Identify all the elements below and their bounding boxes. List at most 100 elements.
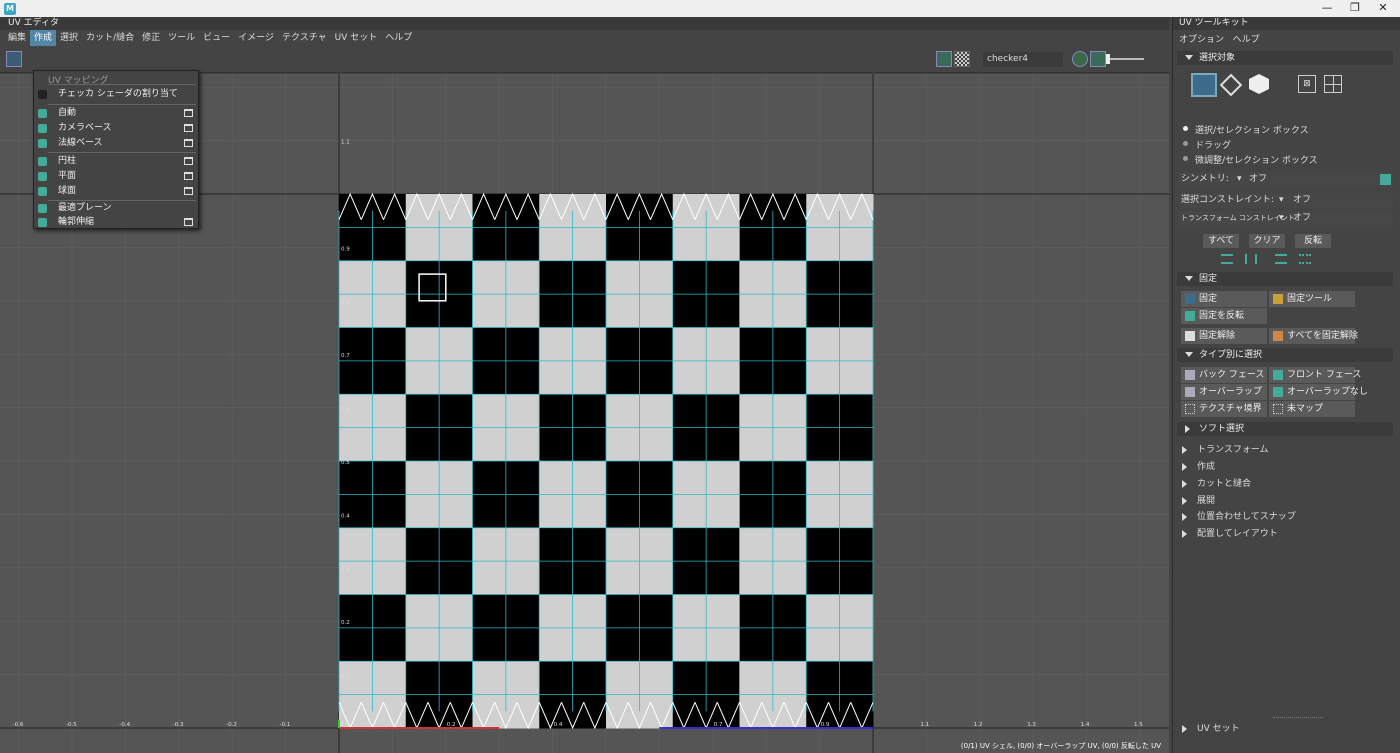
- section-transform[interactable]: トランスフォーム: [1179, 443, 1269, 457]
- edge-mode-icon[interactable]: [1219, 73, 1243, 97]
- no-overlap-button[interactable]: オーバーラップなし: [1269, 384, 1368, 400]
- section-uv-sets[interactable]: UV セット: [1179, 722, 1240, 736]
- back-face-button[interactable]: バック フェース: [1181, 367, 1267, 383]
- gamma-icon[interactable]: [1090, 51, 1106, 67]
- option-box-icon[interactable]: [184, 139, 193, 147]
- symmetry-row[interactable]: シンメトリ: ▾ オフ: [1179, 172, 1393, 187]
- image-display-icon[interactable]: [936, 51, 952, 67]
- option-box-icon[interactable]: [184, 157, 193, 165]
- menu-tools[interactable]: ツール: [164, 30, 199, 46]
- section-title: 作成: [1197, 462, 1216, 472]
- v-tick-label: 1.1: [341, 140, 350, 146]
- menu-item-automatic[interactable]: 自動: [34, 106, 198, 121]
- button-label: バック フェース: [1199, 370, 1265, 380]
- symmetry-label: シンメトリ:: [1181, 174, 1229, 184]
- radio-select-box[interactable]: 選択/セレクション ボックス: [1183, 123, 1309, 136]
- texture-border-button[interactable]: テクスチャ境界: [1181, 401, 1267, 417]
- section-title: 選択対象: [1199, 53, 1236, 63]
- texture-dropdown[interactable]: checker4: [983, 52, 1063, 67]
- menu-item-camera-based[interactable]: カメラベース: [34, 121, 198, 136]
- invert-button[interactable]: 反転: [1295, 234, 1331, 248]
- option-box-icon[interactable]: [184, 218, 193, 226]
- pin-button[interactable]: 固定: [1181, 291, 1267, 307]
- select-constraint-row[interactable]: 選択コンストレイント: ▾ オフ: [1179, 193, 1393, 208]
- menu-help[interactable]: ヘルプ: [1233, 35, 1260, 45]
- uv-status-text: (0/1) UV シェル, (0/0) オーバーラップ UV, (0/0) 反転…: [960, 742, 1161, 750]
- option-box-icon[interactable]: [184, 172, 193, 180]
- menu-uv-sets[interactable]: UV セット: [331, 30, 382, 46]
- menu-options[interactable]: オプション: [1179, 35, 1224, 45]
- option-box-icon[interactable]: [184, 124, 193, 132]
- menu-edit[interactable]: 編集: [4, 30, 30, 46]
- exposure-slider[interactable]: [1108, 58, 1144, 60]
- select-all-button[interactable]: すべて: [1203, 234, 1239, 248]
- pin-tool-button[interactable]: 固定ツール: [1269, 291, 1355, 307]
- menu-item-cylindrical[interactable]: 円柱: [34, 154, 198, 169]
- transform-constraint-row[interactable]: トランスフォーム コンストレイント: ▾ オフ: [1179, 211, 1393, 226]
- button-label: オーバーラップ: [1199, 387, 1262, 397]
- menu-image[interactable]: イメージ: [234, 30, 278, 46]
- option-box-icon[interactable]: [184, 187, 193, 195]
- menu-select[interactable]: 選択: [56, 30, 82, 46]
- menu-item-contour-stretch[interactable]: 輪郭伸縮: [34, 215, 198, 230]
- uv-shell-icon[interactable]: [6, 51, 22, 67]
- v-tick-label: 0.2: [341, 620, 350, 626]
- window-titlebar: M — ❐ ✕: [0, 0, 1400, 17]
- menu-textures[interactable]: テクスチャ: [278, 30, 331, 46]
- section-pin[interactable]: 固定: [1177, 272, 1393, 286]
- menu-item-normal-based[interactable]: 法線ベース: [34, 136, 198, 151]
- select-shortest-icon[interactable]: [1299, 254, 1311, 264]
- maximize-icon[interactable]: ❐: [1340, 0, 1370, 17]
- unmapped-button[interactable]: 未マップ: [1269, 401, 1355, 417]
- option-box-icon[interactable]: [184, 109, 193, 117]
- menu-modify[interactable]: 修正: [138, 30, 164, 46]
- unpin-all-button[interactable]: すべてを固定解除: [1269, 328, 1358, 344]
- button-label: すべてを固定解除: [1287, 331, 1358, 341]
- close-icon[interactable]: ✕: [1368, 0, 1398, 17]
- shell-mode-icon[interactable]: [1324, 75, 1342, 93]
- button-label: 固定解除: [1199, 331, 1236, 341]
- menu-view[interactable]: ビュー: [199, 30, 234, 46]
- radio-drag[interactable]: ドラッグ: [1183, 138, 1231, 151]
- grow-selection-icon[interactable]: [1221, 254, 1233, 264]
- section-selection[interactable]: 選択対象: [1177, 51, 1393, 65]
- section-title: カットと縫合: [1197, 479, 1252, 489]
- face-mode-icon[interactable]: [1249, 74, 1269, 94]
- menu-help[interactable]: ヘルプ: [381, 30, 416, 46]
- radio-tweak-box[interactable]: 微調整/セレクション ボックス: [1183, 153, 1318, 166]
- clear-button[interactable]: クリア: [1249, 234, 1285, 248]
- collapsed-icon: [1185, 425, 1190, 433]
- button-label: 固定ツール: [1287, 294, 1333, 304]
- select-border-icon[interactable]: [1275, 254, 1287, 264]
- menu-item-assign-checker[interactable]: チェッカ シェーダの割り当て: [34, 87, 198, 102]
- menu-item-spherical[interactable]: 球面: [34, 184, 198, 199]
- menu-create[interactable]: 作成: [30, 30, 57, 46]
- section-cut-sew[interactable]: カットと縫合: [1179, 477, 1251, 491]
- section-align-snap[interactable]: 位置合わせしてスナップ: [1179, 510, 1296, 524]
- menu-cut-sew[interactable]: カット/縫合: [82, 30, 138, 46]
- shrink-selection-icon[interactable]: [1245, 254, 1257, 264]
- expand-icon: [1185, 55, 1193, 60]
- section-arrange-layout[interactable]: 配置してレイアウト: [1179, 527, 1278, 541]
- section-unfold[interactable]: 展開: [1179, 494, 1215, 508]
- exposure-icon[interactable]: [1072, 51, 1088, 67]
- u-tick-label: 0.5: [607, 722, 616, 728]
- checker-display-icon[interactable]: [954, 51, 970, 67]
- panel-splitter[interactable]: [1273, 717, 1323, 718]
- vertex-mode-icon[interactable]: [1191, 73, 1217, 97]
- section-soft-selection[interactable]: ソフト選択: [1177, 422, 1393, 436]
- collapsed-icon: [1182, 463, 1187, 471]
- invert-pin-button[interactable]: 固定を反転: [1181, 308, 1267, 324]
- menu-item-planar[interactable]: 平面: [34, 169, 198, 184]
- unpin-button[interactable]: 固定解除: [1181, 328, 1267, 344]
- minimize-icon[interactable]: —: [1312, 0, 1342, 17]
- slider-handle[interactable]: [1106, 54, 1110, 64]
- menu-item-best-plane[interactable]: 最適プレーン: [34, 201, 198, 216]
- front-face-button[interactable]: フロント フェース: [1269, 367, 1361, 383]
- symmetry-icon[interactable]: [1380, 174, 1391, 185]
- unpin-icon: [1185, 331, 1195, 341]
- section-select-by-type[interactable]: タイプ別に選択: [1177, 348, 1393, 362]
- section-create[interactable]: 作成: [1179, 460, 1215, 474]
- overlap-button[interactable]: オーバーラップ: [1181, 384, 1267, 400]
- uv-mode-icon[interactable]: ⊠: [1298, 75, 1316, 93]
